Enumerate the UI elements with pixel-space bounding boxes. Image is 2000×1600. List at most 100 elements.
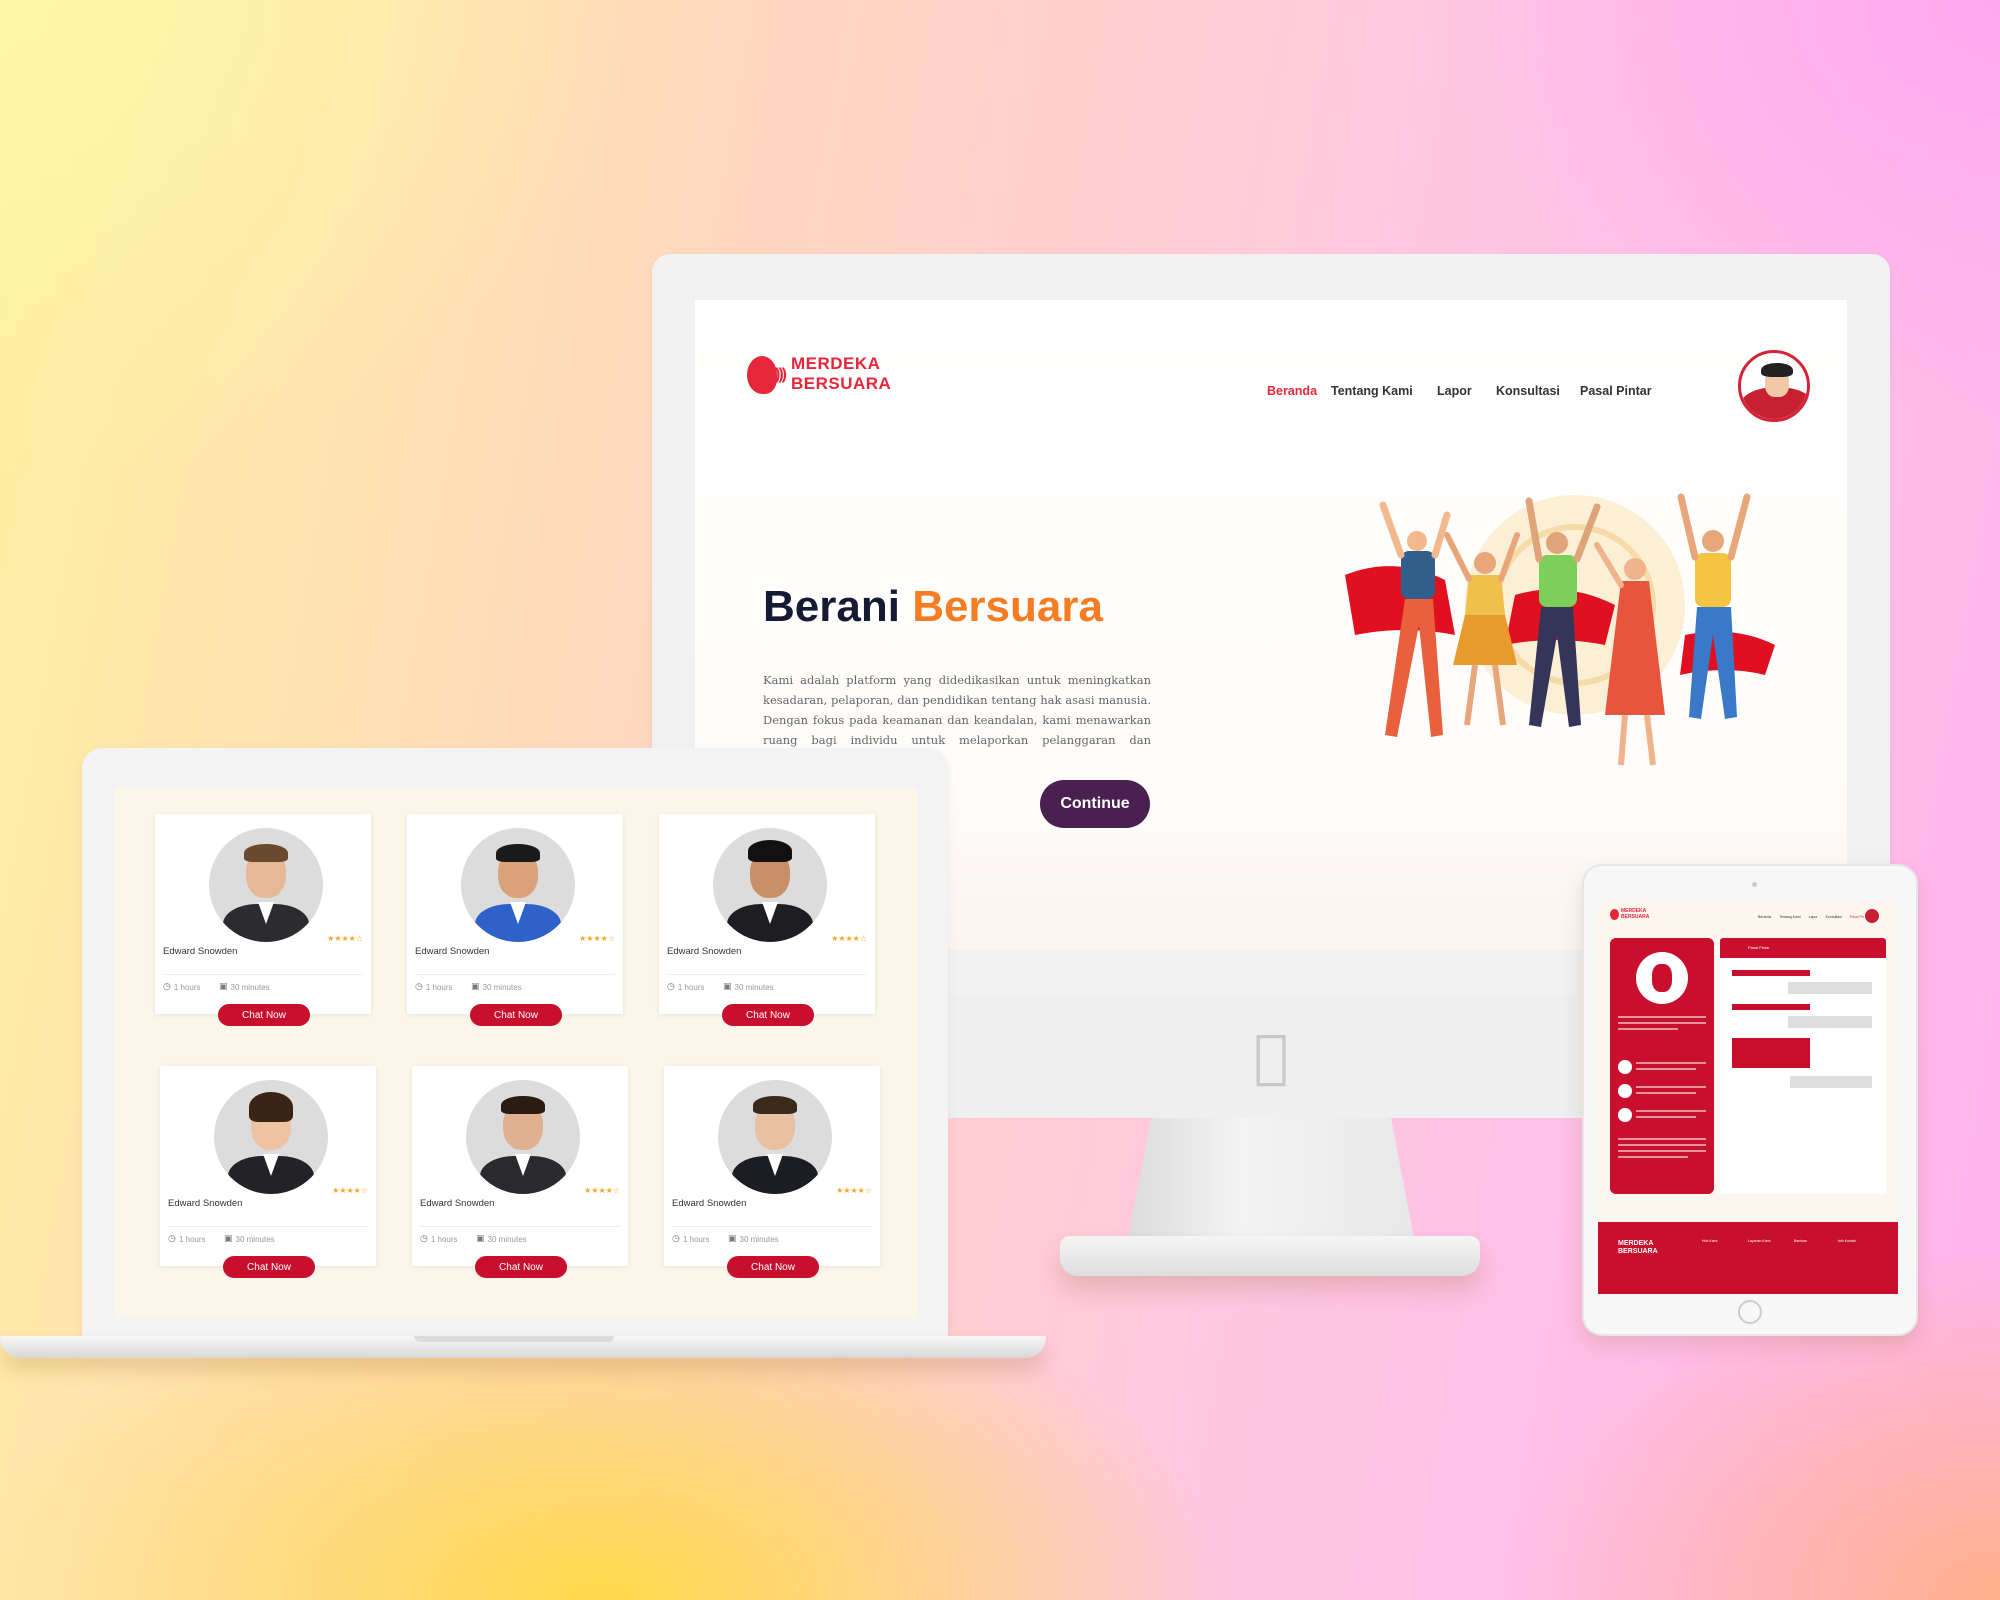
chat-bubble-user [1788, 982, 1872, 994]
consultant-photo [466, 1080, 580, 1194]
hours-meta: ◷ 1 hours [163, 982, 201, 992]
laptop-screen: ★★★★☆ Edward Snowden ◷ 1 hours ▣ 30 minute… [115, 788, 917, 1318]
hours-text: 1 hours [425, 982, 453, 992]
consultant-card: ★★★★☆ Edward Snowden ◷ 1 hours ▣ 30 minute… [155, 814, 371, 1026]
consultant-photo [461, 828, 575, 942]
tablet-nav-lapor[interactable]: Lapor [1809, 915, 1818, 919]
hero-title-part1: Berani [763, 582, 900, 631]
chat-title: Pasal Pintar [1748, 945, 1770, 950]
chat-now-button[interactable]: Chat Now [475, 1256, 567, 1278]
hours-meta: ◷ 1 hours [415, 982, 453, 992]
nav-item-lapor[interactable]: Lapor [1437, 384, 1472, 398]
duration-meta: ▣ 30 minutes [723, 982, 774, 992]
feature-icon [1618, 1084, 1632, 1098]
hours-text: 1 hours [173, 982, 201, 992]
chat-bubble-bot [1732, 1004, 1810, 1010]
tablet-nav-beranda[interactable]: Beranda [1758, 915, 1771, 919]
nav-item-pasal-pintar[interactable]: Pasal Pintar [1580, 384, 1652, 398]
consultant-card: ★★★★☆ Edward Snowden ◷ 1 hours ▣ 30 minute… [407, 814, 623, 1026]
site-logo[interactable]: ))) MERDEKA BERSUARA [745, 352, 891, 396]
tablet-logo[interactable]: MERDEKA BERSUARA [1610, 908, 1649, 920]
tablet-screen: MERDEKA BERSUARA Beranda Tentang Kami La… [1598, 900, 1898, 1294]
duration-text: 30 minutes [487, 1234, 527, 1244]
chat-now-button[interactable]: Chat Now [722, 1004, 814, 1026]
nav-item-konsultasi[interactable]: Konsultasi [1496, 384, 1560, 398]
tablet-logo-line-2: BERSUARA [1621, 914, 1650, 920]
chatbot-info-panel [1610, 938, 1714, 1194]
clock-icon: ◷ [667, 982, 675, 992]
tablet-nav: Beranda Tentang Kami Lapor Konsultasi Pa… [1758, 915, 1869, 919]
consultant-name: Edward Snowden [667, 946, 742, 957]
consultant-name: Edward Snowden [163, 946, 238, 957]
divider [672, 1226, 872, 1227]
monitor-neck [1128, 1118, 1414, 1238]
video-icon: ▣ [471, 982, 480, 992]
speaking-head-icon [1610, 908, 1619, 920]
apple-icon:  [1254, 1022, 1289, 1090]
hours-meta: ◷ 1 hours [168, 1234, 206, 1244]
clock-icon: ◷ [415, 982, 423, 992]
clock-icon: ◷ [672, 1234, 680, 1244]
tablet-nav-konsultasi[interactable]: Konsultasi [1826, 915, 1842, 919]
video-icon: ▣ [219, 982, 228, 992]
consultant-name: Edward Snowden [420, 1198, 495, 1209]
consultant-name: Edward Snowden [415, 946, 490, 957]
hours-meta: ◷ 1 hours [667, 982, 705, 992]
rating-stars: ★★★★☆ [836, 1186, 872, 1195]
chat-now-button[interactable]: Chat Now [223, 1256, 315, 1278]
tablet-user-avatar[interactable] [1864, 908, 1880, 924]
video-icon: ▣ [728, 1234, 737, 1244]
footer-logo-line-1: MERDEKA [1618, 1240, 1654, 1247]
chat-bubble-user [1790, 1076, 1872, 1088]
duration-meta: ▣ 30 minutes [728, 1234, 779, 1244]
monitor-foot [1060, 1236, 1480, 1276]
consultant-name: Edward Snowden [672, 1198, 747, 1209]
tablet-camera [1752, 882, 1757, 887]
hours-text: 1 hours [178, 1234, 206, 1244]
consultant-card: ★★★★☆ Edward Snowden ◷ 1 hours ▣ 30 minute… [160, 1066, 376, 1278]
footer-col-layanan: Layanan Kami [1748, 1239, 1771, 1243]
duration-meta: ▣ 30 minutes [219, 982, 270, 992]
continue-button[interactable]: Continue [1040, 780, 1150, 828]
clock-icon: ◷ [168, 1234, 176, 1244]
consultant-card: ★★★★☆ Edward Snowden ◷ 1 hours ▣ 30 minute… [412, 1066, 628, 1278]
chat-panel: Pasal Pintar [1720, 938, 1886, 1194]
duration-text: 30 minutes [235, 1234, 275, 1244]
logo-line-1: MERDEKA [791, 354, 881, 373]
user-avatar[interactable] [1738, 350, 1810, 422]
tablet-home-button [1738, 1300, 1762, 1324]
feature-icon [1618, 1060, 1632, 1074]
video-icon: ▣ [224, 1234, 233, 1244]
hours-meta: ◷ 1 hours [420, 1234, 458, 1244]
speaking-head-icon: ))) [745, 352, 787, 396]
chat-now-button[interactable]: Chat Now [218, 1004, 310, 1026]
chat-now-button[interactable]: Chat Now [727, 1256, 819, 1278]
footer-col-bantuan: Bantuan [1794, 1239, 1808, 1243]
tablet-nav-tentang-kami[interactable]: Tentang Kami [1779, 915, 1800, 919]
hero-title: Berani Bersuara [763, 582, 1103, 632]
logo-line-2: BERSUARA [791, 374, 892, 393]
chat-bubble-bot [1732, 970, 1810, 976]
duration-meta: ▣ 30 minutes [224, 1234, 275, 1244]
consultant-photo [209, 828, 323, 942]
footer-col-info: Info Kontak [1838, 1239, 1856, 1243]
hero-title-part2: Bersuara [912, 582, 1103, 631]
duration-text: 30 minutes [230, 982, 270, 992]
footer-logo-line-2: BERSUARA [1618, 1248, 1658, 1255]
hours-meta: ◷ 1 hours [672, 1234, 710, 1244]
consultant-photo [713, 828, 827, 942]
rating-stars: ★★★★☆ [332, 1186, 368, 1195]
rating-stars: ★★★★☆ [584, 1186, 620, 1195]
video-icon: ▣ [723, 982, 732, 992]
chat-now-button[interactable]: Chat Now [470, 1004, 562, 1026]
laptop-notch [414, 1336, 614, 1342]
duration-text: 30 minutes [482, 982, 522, 992]
divider [163, 974, 363, 975]
consultant-card: ★★★★☆ Edward Snowden ◷ 1 hours ▣ 30 minute… [659, 814, 875, 1026]
chat-bubble-user [1788, 1016, 1872, 1028]
robot-icon [1636, 952, 1688, 1004]
nav-item-tentang-kami[interactable]: Tentang Kami [1331, 384, 1413, 398]
nav-item-beranda[interactable]: Beranda [1267, 384, 1317, 398]
hours-text: 1 hours [682, 1234, 710, 1244]
hours-text: 1 hours [430, 1234, 458, 1244]
